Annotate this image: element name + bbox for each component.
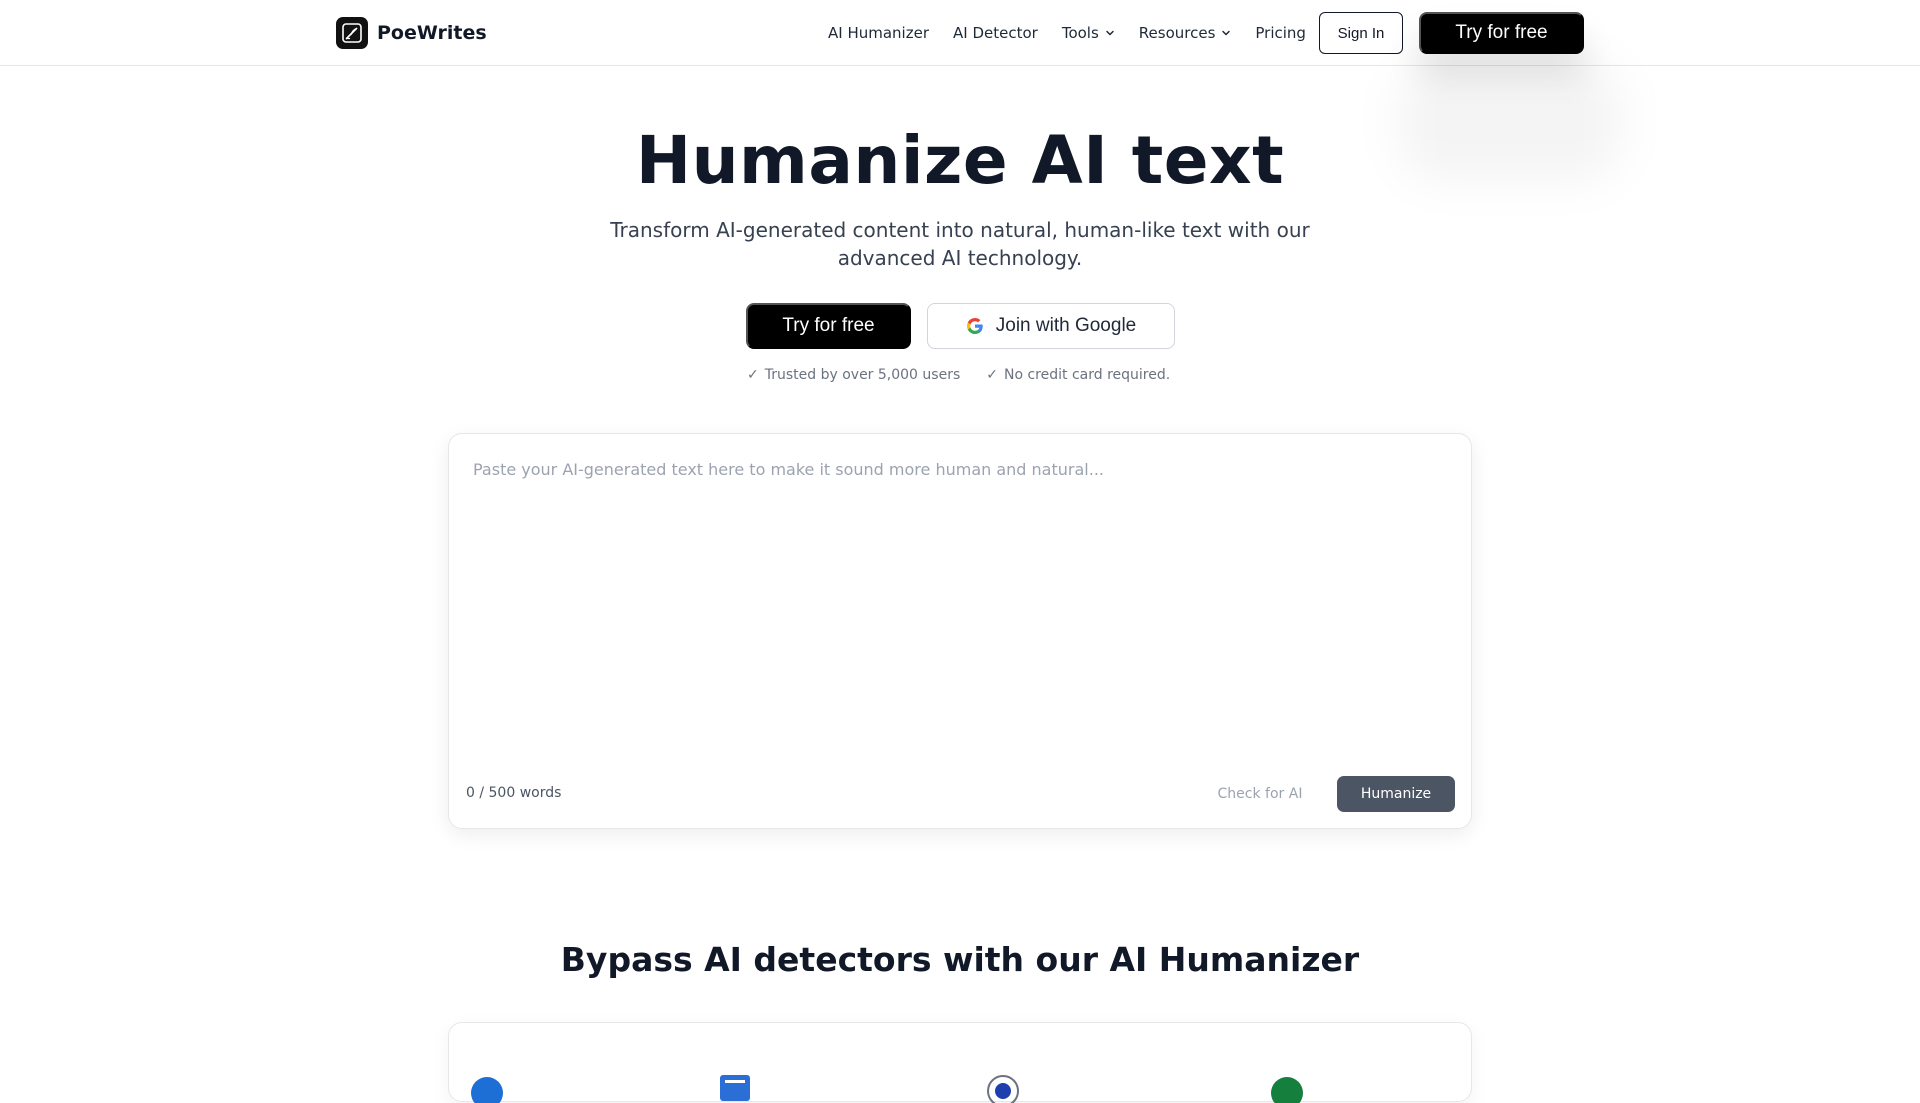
google-logo-icon [966, 318, 983, 334]
check-mark-icon: ✓ [747, 367, 759, 383]
nav-dropdown-resources-label: Resources [1138, 24, 1216, 42]
join-with-google-button[interactable]: Join with Google [927, 303, 1175, 349]
trust-item-users-label: Trusted by over 5,000 users [764, 367, 961, 383]
detector-logo-icon [720, 1075, 750, 1101]
hero-subtitle: Transform AI-generated content into natu… [610, 218, 1310, 270]
nav-dropdown-resources[interactable]: Resources [1139, 24, 1232, 42]
main-nav: AI Humanizer AI Detector Tools Resources… [828, 20, 1306, 46]
join-with-google-label: Join with Google [995, 315, 1137, 336]
sign-in-button[interactable]: Sign In [1319, 12, 1403, 54]
detector-logos-card [448, 1022, 1472, 1103]
detector-logo-icon [1271, 1077, 1303, 1103]
check-for-ai-button[interactable]: Check for AI [1204, 776, 1316, 812]
bypass-detectors-heading: Bypass AI detectors with our AI Humanize… [560, 940, 1360, 979]
top-navigation-bar: PoeWrites AI Humanizer AI Detector Tools… [0, 0, 1920, 66]
check-mark-icon: ✓ [986, 367, 998, 383]
brand-name: PoeWrites [377, 22, 487, 44]
hero-title: Humanize AI text [635, 122, 1285, 199]
word-counter: 0 / 500 words [466, 785, 562, 801]
hero-cta-group: Try for free Join with Google [746, 303, 1175, 349]
trust-badges: ✓ Trusted by over 5,000 users ✓ No credi… [747, 366, 1170, 384]
detector-logo-icon [987, 1075, 1019, 1103]
trust-item-users: ✓ Trusted by over 5,000 users [747, 366, 960, 384]
chevron-down-icon [1106, 30, 1114, 36]
trust-item-no-credit-card: ✓ No credit card required. [986, 366, 1170, 384]
header-try-free-button[interactable]: Try for free [1419, 12, 1584, 54]
nav-link-pricing[interactable]: Pricing [1255, 24, 1306, 42]
trust-item-no-credit-card-label: No credit card required. [1003, 367, 1171, 383]
nav-link-ai-humanizer[interactable]: AI Humanizer [828, 24, 929, 42]
chevron-down-icon [1222, 30, 1231, 36]
nav-link-ai-detector[interactable]: AI Detector [953, 24, 1038, 42]
ai-text-input[interactable] [473, 458, 1449, 778]
brand-logo-link[interactable]: PoeWrites [336, 17, 487, 49]
detector-logo-icon [471, 1077, 503, 1103]
humanize-button[interactable]: Humanize [1337, 776, 1455, 812]
hero-try-free-button[interactable]: Try for free [746, 303, 911, 349]
nav-dropdown-tools-label: Tools [1061, 24, 1099, 42]
brand-quill-icon [336, 17, 368, 49]
nav-dropdown-tools[interactable]: Tools [1062, 24, 1115, 42]
humanizer-editor-card: 0 / 500 words Check for AI Humanize [448, 433, 1472, 829]
